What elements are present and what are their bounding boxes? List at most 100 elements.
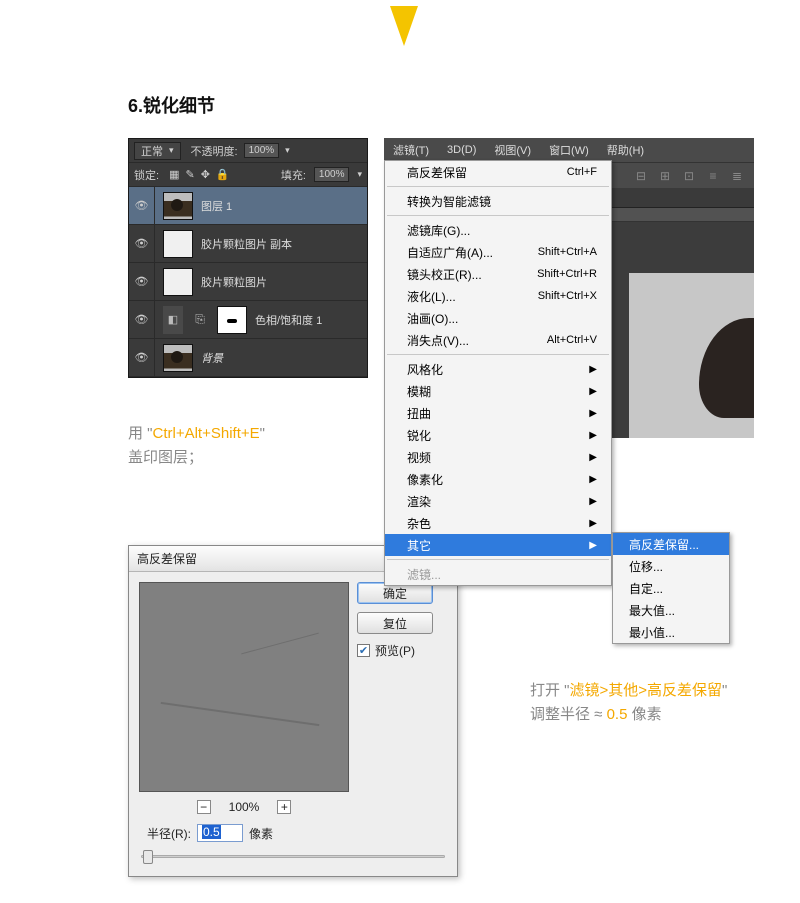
menu-item-label: 滤镜库(G)... [407,222,470,239]
menu-item-label: 最大值... [629,602,675,619]
layer-thumbnail[interactable] [163,192,193,220]
menu-item-convert-smart[interactable]: 转换为智能滤镜 [385,190,611,212]
layers-panel: 正常 ▾ 不透明度: 100% ▾ 锁定: ▦ ✎ ✥ 🔒 填充: 100% ▾… [128,138,368,378]
visibility-toggle[interactable]: 👁 [129,301,155,338]
eye-icon: 👁 [135,351,149,364]
menu-item-stylize[interactable]: 风格化 ▶ [385,358,611,380]
preview-image[interactable] [139,582,349,792]
chevron-right-icon: ▶ [589,386,597,397]
menu-3d[interactable]: 3D(D) [438,138,485,162]
layer-mask-thumbnail[interactable] [217,306,247,334]
layer-item-grain[interactable]: 👁 胶片颗粒图片 [129,263,367,301]
layer-item-hue-sat[interactable]: 👁 ◧ ⎘ 色相/饱和度 1 [129,301,367,339]
chevron-right-icon: ▶ [589,364,597,375]
distribute-icon[interactable]: ≡ [706,169,720,183]
menu-item-oilpaint[interactable]: 油画(O)... [385,307,611,329]
menu-item-noise[interactable]: 杂色▶ [385,512,611,534]
filter-other-submenu: 高反差保留... 位移... 自定... 最大值... 最小值... [612,532,730,644]
radius-input[interactable]: 0.5 [197,824,243,842]
submenu-item-maximum[interactable]: 最大值... [613,599,729,621]
layer-item-background[interactable]: 👁 背景 [129,339,367,377]
menu-item-blur[interactable]: 模糊▶ [385,380,611,402]
opacity-value[interactable]: 100% [244,143,280,158]
fill-value-text: 100% [319,169,345,180]
chevron-down-icon[interactable]: ▾ [357,169,362,180]
menu-help[interactable]: 帮助(H) [598,138,653,162]
visibility-toggle[interactable]: 👁 [129,225,155,262]
menu-item-pixelate[interactable]: 像素化▶ [385,468,611,490]
align-icon[interactable]: ⊟ [634,169,648,183]
menu-item-shortcut: Shift+Ctrl+R [537,268,597,280]
menu-bar: 滤镜(T) 3D(D) 视图(V) 窗口(W) 帮助(H) [384,138,754,162]
submenu-item-highpass[interactable]: 高反差保留... [613,533,729,555]
layers-panel-lock-row: 锁定: ▦ ✎ ✥ 🔒 填充: 100% ▾ [129,163,367,187]
menu-item-vanishing-point[interactable]: 消失点(V)...Alt+Ctrl+V [385,329,611,351]
menu-window[interactable]: 窗口(W) [540,138,598,162]
blend-mode-select[interactable]: 正常 ▾ [134,142,181,160]
menu-item-label: 滤镜... [407,566,441,583]
layer-item-grain-copy[interactable]: 👁 胶片颗粒图片 副本 [129,225,367,263]
eye-icon: 👁 [135,313,149,326]
visibility-toggle[interactable]: 👁 [129,263,155,300]
layer-thumbnail[interactable] [163,344,193,372]
slider-track [141,855,445,858]
menu-separator [387,186,609,187]
caption-stamp-layer: 用 "Ctrl+Alt+Shift+E" 盖印图层； [128,422,265,470]
menu-item-label: 最小值... [629,624,675,641]
dialog-title: 高反差保留 [137,550,197,567]
menu-item-label: 其它 [407,537,431,554]
submenu-item-offset[interactable]: 位移... [613,555,729,577]
submenu-item-custom[interactable]: 自定... [613,577,729,599]
chevron-right-icon: ▶ [589,518,597,529]
radius-slider[interactable] [141,848,445,864]
menu-item-browse-filters: 滤镜... [385,563,611,585]
menu-item-lens-correction[interactable]: 镜头校正(R)...Shift+Ctrl+R [385,263,611,285]
visibility-toggle[interactable]: 👁 [129,339,155,376]
fill-value[interactable]: 100% [314,167,350,182]
menu-item-label: 自适应广角(A)... [407,244,493,261]
zoom-controls: − 100% + [139,800,349,814]
menu-item-distort[interactable]: 扭曲▶ [385,402,611,424]
menu-item-filter-gallery[interactable]: 滤镜库(G)... [385,219,611,241]
lock-all-icon[interactable]: 🔒 [216,168,230,181]
align-icon[interactable]: ⊞ [658,169,672,183]
lock-move-icon[interactable]: ✥ [201,168,210,181]
chevron-right-icon: ▶ [589,540,597,551]
menu-item-liquify[interactable]: 液化(L)...Shift+Ctrl+X [385,285,611,307]
layer-name: 背景 [201,350,223,366]
menu-item-sharpen[interactable]: 锐化▶ [385,424,611,446]
menu-filter[interactable]: 滤镜(T) [384,138,438,162]
menu-item-label: 自定... [629,580,663,597]
zoom-in-button[interactable]: + [277,800,291,814]
visibility-toggle[interactable]: 👁 [129,187,155,224]
slider-thumb[interactable] [143,850,153,864]
menu-item-label: 像素化 [407,471,443,488]
menu-item-label: 风格化 [407,361,443,378]
menu-item-other[interactable]: 其它 ▶ [385,534,611,556]
lock-transparent-icon[interactable]: ▦ [169,168,179,181]
menu-item-label: 渲染 [407,493,431,510]
reset-button[interactable]: 复位 [357,612,433,634]
layer-item-stamped[interactable]: 👁 图层 1 [129,187,367,225]
menu-item-label: 消失点(V)... [407,332,469,349]
preview-checkbox[interactable]: ✔ [357,644,370,657]
layer-thumbnail[interactable] [163,230,193,258]
adjustment-icon[interactable]: ◧ [163,306,183,334]
eye-icon: 👁 [135,275,149,288]
menu-view[interactable]: 视图(V) [485,138,540,162]
preview-checkbox-row: ✔ 预览(P) [357,642,447,659]
chevron-right-icon: ▶ [589,496,597,507]
menu-item-render[interactable]: 渲染 ▶ [385,490,611,512]
lock-brush-icon[interactable]: ✎ [185,168,194,181]
menu-item-video[interactable]: 视频▶ [385,446,611,468]
layer-thumbnail[interactable] [163,268,193,296]
submenu-item-minimum[interactable]: 最小值... [613,621,729,643]
distribute-icon[interactable]: ≣ [730,169,744,183]
chevron-down-icon[interactable]: ▾ [285,145,290,156]
menu-item-adaptive-wide[interactable]: 自适应广角(A)...Shift+Ctrl+A [385,241,611,263]
eye-icon: 👁 [135,199,149,212]
menu-item-last-filter[interactable]: 高反差保留 Ctrl+F [385,161,611,183]
zoom-out-button[interactable]: − [197,800,211,814]
align-icon[interactable]: ⊡ [682,169,696,183]
section-title: 6.锐化细节 [128,92,215,118]
